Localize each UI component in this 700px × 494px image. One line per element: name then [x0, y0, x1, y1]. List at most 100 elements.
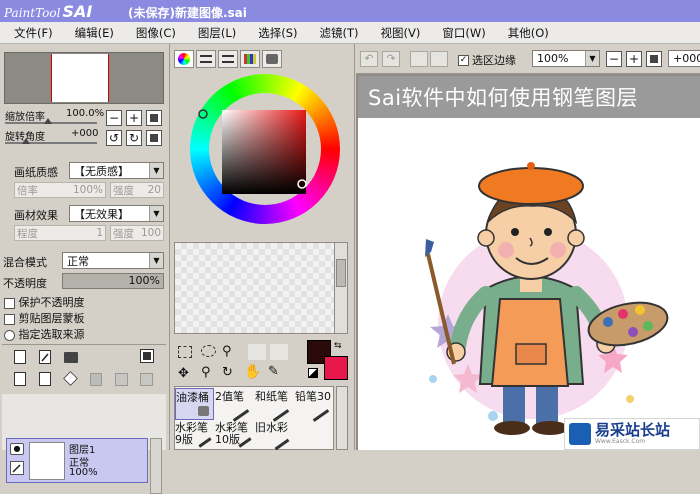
redo-button[interactable]: ↷: [382, 51, 400, 67]
brush-bucket[interactable]: 油漆桶: [175, 388, 214, 420]
scratch-pad-scrollbar[interactable]: [334, 242, 348, 334]
blend-mode-value: 正常: [67, 254, 89, 268]
deselect-button[interactable]: [410, 51, 428, 67]
apply-mask-icon[interactable]: [115, 373, 128, 386]
rotate-ccw-button[interactable]: ↺: [106, 130, 122, 146]
rotate-slider-thumb[interactable]: [22, 138, 30, 144]
canvas-zoom-out-button[interactable]: −: [606, 51, 622, 67]
rotate-reset-button[interactable]: [146, 130, 162, 146]
clipping-label: 剪贴图层蒙板: [18, 312, 85, 325]
swatch-tab[interactable]: [240, 50, 260, 68]
opacity-value: 100%: [128, 274, 160, 287]
new-pen-layer-icon[interactable]: [39, 350, 51, 364]
opacity-slider[interactable]: 100%: [62, 273, 164, 289]
brush-label: 油漆桶: [176, 391, 209, 404]
texture-scale-label: 倍率: [17, 184, 38, 197]
magic-wand-icon[interactable]: ⚲: [222, 344, 232, 359]
new-layer-icon[interactable]: [14, 350, 26, 364]
eyedropper-icon[interactable]: ✎: [268, 364, 279, 379]
texture-strength-field: 强度 20: [110, 182, 164, 198]
new-folder-icon[interactable]: [64, 352, 78, 363]
paper-texture-select[interactable]: 【无质感】 ▼: [69, 162, 164, 179]
painter-illustration: [425, 162, 669, 435]
hsv-slider-tab[interactable]: [218, 50, 238, 68]
delete-mask-icon[interactable]: [140, 373, 153, 386]
move-icon[interactable]: ✥: [178, 366, 189, 381]
zoom-label: 缩放倍率: [5, 112, 45, 123]
secondary-color-swatch[interactable]: [324, 356, 348, 380]
zoom-in-button[interactable]: +: [126, 110, 142, 126]
preserve-opacity-option[interactable]: 保护不透明度: [4, 294, 85, 310]
menu-image[interactable]: 图像(C): [136, 25, 176, 41]
menu-window[interactable]: 窗口(W): [442, 25, 485, 41]
zoom-slider-thumb[interactable]: [44, 118, 52, 124]
canvas-rotate-field[interactable]: +000: [668, 50, 700, 67]
layer-list-scrollbar[interactable]: [150, 438, 162, 494]
layer-row[interactable]: ● 图层1 正常 100%: [6, 438, 148, 483]
effect-degree-label: 程度: [17, 227, 38, 240]
selection-source-radio[interactable]: [4, 329, 15, 341]
color-wheel-tab[interactable]: [174, 50, 194, 68]
selection-edge-option[interactable]: ✓ 选区边缘: [458, 52, 516, 68]
eye-icon[interactable]: ●: [10, 443, 24, 455]
merge-down-icon[interactable]: [39, 372, 51, 386]
color-wheel[interactable]: [190, 74, 340, 224]
rotate-icon[interactable]: ↻: [222, 365, 233, 380]
menu-view[interactable]: 视图(V): [381, 25, 421, 41]
brush-watercolor-9[interactable]: 水彩笔 9版: [175, 422, 214, 450]
navigator-preview[interactable]: [4, 52, 164, 104]
title-bar: PaintTool SAI (未保存)新建图像.sai: [0, 0, 700, 22]
app-logo: PaintTool SAI: [4, 2, 92, 21]
new-mask-icon[interactable]: [140, 349, 154, 363]
menu-filter[interactable]: 滤镜(T): [320, 25, 359, 41]
swap-colors-icon[interactable]: ⇆: [334, 341, 342, 351]
rotate-cw-button[interactable]: ↻: [126, 130, 142, 146]
canvas-zoom-select[interactable]: 100% ▼: [532, 50, 600, 67]
selection-edge-label: 选区边缘: [472, 54, 516, 67]
zoom-reset-button[interactable]: [146, 110, 162, 126]
zoom-out-button[interactable]: −: [106, 110, 122, 126]
selection-rect-icon[interactable]: [178, 346, 192, 358]
brush-grid-scrollbar[interactable]: [336, 386, 348, 450]
rgb-slider-tab[interactable]: [196, 50, 216, 68]
undo-button[interactable]: ↶: [360, 51, 378, 67]
drawing-canvas[interactable]: [358, 76, 700, 450]
canvas-zoom-in-button[interactable]: +: [626, 51, 642, 67]
clipping-option[interactable]: 剪贴图层蒙板: [4, 310, 85, 326]
pen-lock-icon[interactable]: [10, 461, 24, 475]
blend-mode-select[interactable]: 正常 ▼: [62, 252, 164, 269]
canvas-zoom-reset-button[interactable]: [646, 51, 662, 67]
brush-pencil-30[interactable]: 铅笔30: [295, 388, 334, 422]
brush-binary-pen[interactable]: 2值笔: [215, 388, 254, 422]
preserve-opacity-checkbox[interactable]: [4, 297, 15, 309]
empty-tool-slot: [248, 344, 266, 360]
delete-layer-icon[interactable]: [90, 373, 102, 386]
selection-edge-checkbox[interactable]: ✓: [458, 54, 469, 66]
menu-edit[interactable]: 编辑(E): [75, 25, 114, 41]
layer-opacity: 100%: [69, 467, 98, 478]
hand-icon[interactable]: ✋: [244, 364, 261, 380]
lasso-icon[interactable]: [201, 345, 216, 357]
invert-selection-button[interactable]: [430, 51, 448, 67]
paper-effect-label: 画材效果: [14, 209, 58, 222]
clipping-checkbox[interactable]: [4, 313, 15, 325]
mixer-tab[interactable]: [262, 50, 282, 68]
zoom-icon[interactable]: ⚲: [201, 365, 211, 380]
scratch-pad[interactable]: [174, 242, 338, 334]
menu-select[interactable]: 选择(S): [258, 25, 297, 41]
rotate-slider[interactable]: [5, 142, 97, 144]
effect-degree-value: 1: [96, 227, 103, 239]
secondary-color-fill: [325, 357, 347, 379]
menu-other[interactable]: 其他(O): [508, 25, 549, 41]
brush-old-watercolor[interactable]: 旧水彩: [255, 422, 294, 451]
selection-source-option[interactable]: 指定选取来源: [4, 326, 85, 342]
menu-layer[interactable]: 图层(L): [198, 25, 236, 41]
brush-washi[interactable]: 和纸笔: [255, 388, 294, 422]
transfer-down-icon[interactable]: [14, 372, 26, 386]
paper-effect-select[interactable]: 【无效果】 ▼: [69, 205, 164, 222]
layer-thumbnail: [29, 442, 65, 480]
brush-watercolor-10[interactable]: 水彩笔 10版: [215, 422, 254, 450]
canvas-area: ↶ ↷ ✓ 选区边缘 100% ▼ − + +000 Sai软件中如何使用钢笔图…: [356, 44, 700, 450]
menu-file[interactable]: 文件(F): [14, 25, 53, 41]
default-colors-icon[interactable]: [308, 368, 318, 378]
